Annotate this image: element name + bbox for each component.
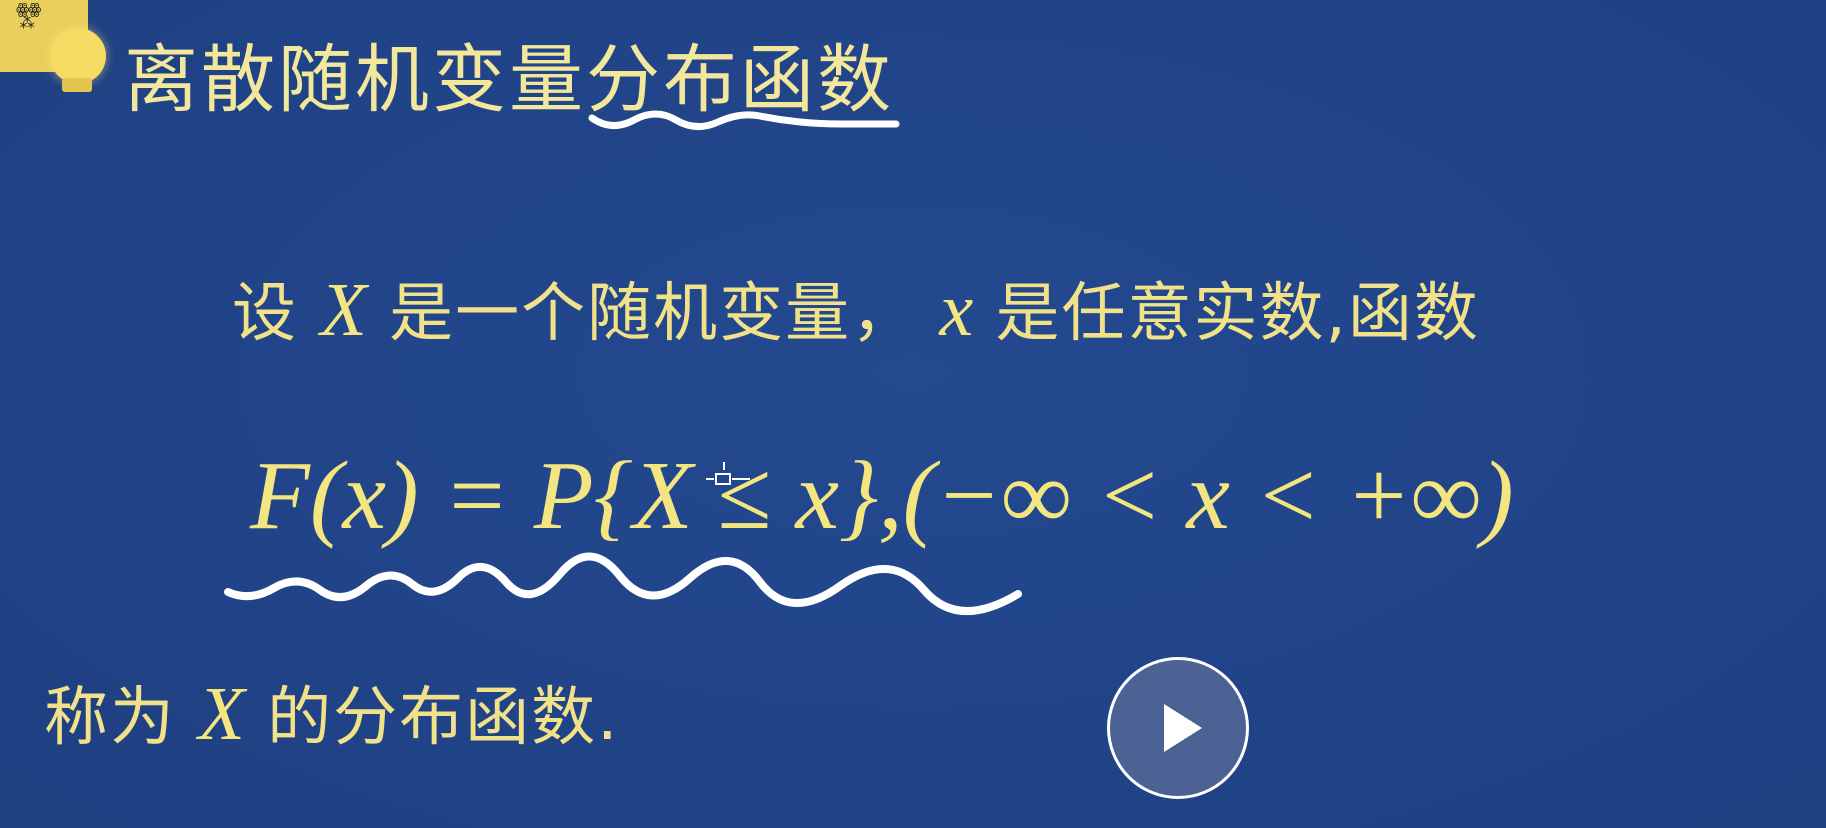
play-button[interactable] xyxy=(1107,657,1249,799)
play-icon xyxy=(1164,704,1202,752)
formula-underline xyxy=(224,552,1022,616)
title-underline xyxy=(588,110,900,130)
text-cursor-icon xyxy=(706,462,750,485)
ink-annotations xyxy=(224,110,1022,616)
video-frame[interactable]: ꙮꙮ ⁂ 离散随机变量分布函数 设 X 是一个随机变量， x 是任意实数,函数 … xyxy=(0,0,1826,828)
